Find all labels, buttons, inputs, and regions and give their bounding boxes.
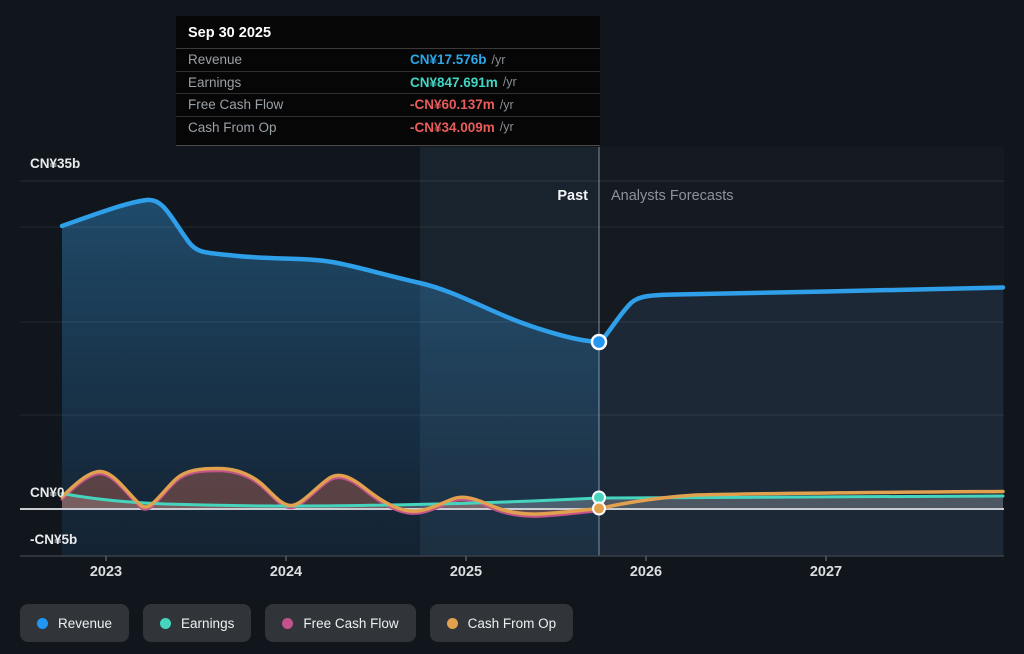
tooltip-value: CN¥847.691m bbox=[410, 75, 498, 90]
tooltip-unit: /yr bbox=[500, 98, 514, 112]
y-label-35b: CN¥35b bbox=[30, 156, 80, 171]
tooltip-date: Sep 30 2025 bbox=[176, 16, 600, 49]
revenue-forecast-area bbox=[599, 288, 1003, 557]
revenue-marker bbox=[592, 335, 606, 349]
y-label-0: CN¥0 bbox=[30, 485, 65, 500]
x-label-2023: 2023 bbox=[90, 564, 122, 580]
free-cash-flow-dot-icon bbox=[282, 618, 293, 629]
tooltip-label: Earnings bbox=[188, 75, 410, 90]
past-region-label: Past bbox=[557, 188, 588, 204]
forecast-region-label: Analysts Forecasts bbox=[611, 188, 734, 204]
x-label-2026: 2026 bbox=[630, 564, 662, 580]
highlight-band bbox=[420, 147, 599, 556]
tooltip-unit: /yr bbox=[503, 75, 517, 89]
legend-label: Revenue bbox=[58, 616, 112, 631]
legend-label: Earnings bbox=[181, 616, 234, 631]
earnings-dot-icon bbox=[160, 618, 171, 629]
tooltip-label: Free Cash Flow bbox=[188, 97, 410, 112]
x-label-2025: 2025 bbox=[450, 564, 482, 580]
x-label-2027: 2027 bbox=[810, 564, 842, 580]
page-root: { "tooltip": { "date": "Sep 30 2025", "r… bbox=[0, 0, 1024, 654]
tooltip-label: Cash From Op bbox=[188, 120, 410, 135]
legend: Revenue Earnings Free Cash Flow Cash Fro… bbox=[20, 604, 573, 642]
y-label-neg5b: -CN¥5b bbox=[30, 532, 77, 547]
tooltip-row-free-cash-flow: Free Cash Flow -CN¥60.137m /yr bbox=[176, 94, 600, 117]
legend-label: Free Cash Flow bbox=[303, 616, 398, 631]
tooltip-row-cash-from-op: Cash From Op -CN¥34.009m /yr bbox=[176, 117, 600, 139]
x-label-2024: 2024 bbox=[270, 564, 302, 580]
tooltip-row-earnings: Earnings CN¥847.691m /yr bbox=[176, 72, 600, 95]
legend-label: Cash From Op bbox=[468, 616, 557, 631]
legend-item-cash-from-op[interactable]: Cash From Op bbox=[430, 604, 574, 642]
cash-from-op-marker bbox=[593, 503, 605, 515]
tooltip-value: -CN¥60.137m bbox=[410, 97, 495, 112]
tooltip-row-revenue: Revenue CN¥17.576b /yr bbox=[176, 49, 600, 72]
legend-item-free-cash-flow[interactable]: Free Cash Flow bbox=[265, 604, 415, 642]
tooltip-label: Revenue bbox=[188, 52, 410, 67]
revenue-dot-icon bbox=[37, 618, 48, 629]
legend-item-revenue[interactable]: Revenue bbox=[20, 604, 129, 642]
legend-item-earnings[interactable]: Earnings bbox=[143, 604, 251, 642]
tooltip-value: -CN¥34.009m bbox=[410, 120, 495, 135]
tooltip-unit: /yr bbox=[492, 53, 506, 67]
tooltip: Sep 30 2025 Revenue CN¥17.576b /yr Earni… bbox=[176, 16, 600, 146]
cash-from-op-dot-icon bbox=[447, 618, 458, 629]
tooltip-value: CN¥17.576b bbox=[410, 52, 487, 67]
tooltip-unit: /yr bbox=[500, 120, 514, 134]
